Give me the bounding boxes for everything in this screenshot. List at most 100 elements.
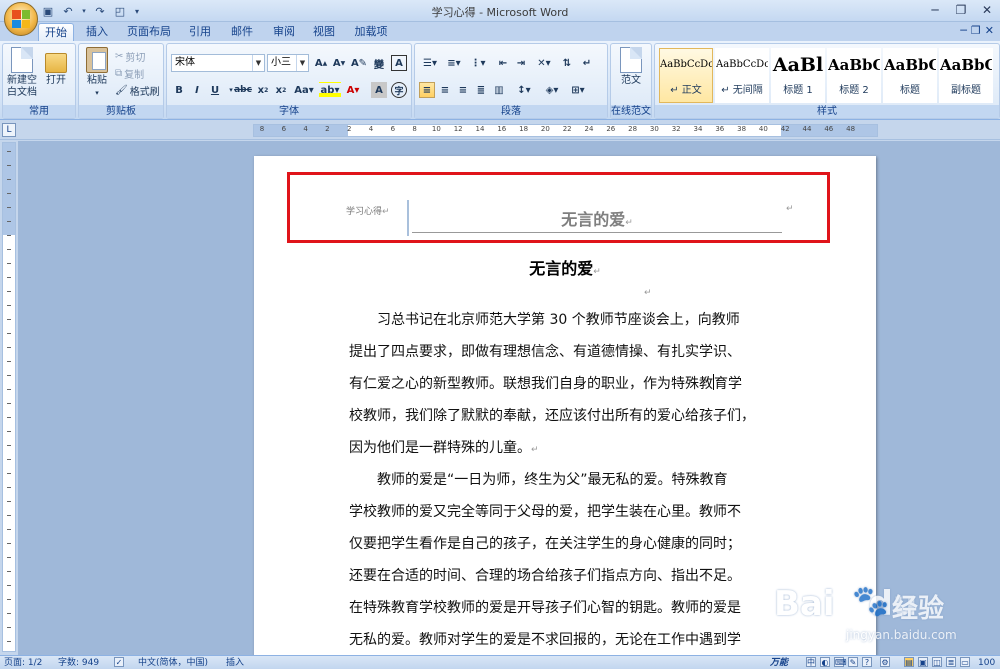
ruler-tick — [7, 151, 11, 152]
chinese-layout-icon[interactable]: ✕▾ — [533, 55, 555, 71]
tab-addins[interactable]: 加载项 — [348, 23, 394, 41]
ribbon-close-icon[interactable]: ✕ — [985, 24, 994, 37]
ruler-tick — [7, 459, 11, 460]
zoom-level[interactable]: 100 — [978, 657, 995, 669]
open-button[interactable]: 打开 — [41, 47, 71, 87]
change-case-icon[interactable]: Aa▾ — [293, 82, 315, 98]
ruler-tick — [7, 571, 11, 572]
close-icon[interactable]: ✕ — [974, 0, 1000, 20]
office-button[interactable] — [4, 2, 38, 36]
underline-icon[interactable]: U — [207, 82, 223, 98]
style-subtitle[interactable]: AaBbC 副标题 — [939, 48, 993, 103]
vertical-ruler[interactable] — [2, 142, 16, 652]
font-name-select[interactable]: 宋体 ▼ — [171, 54, 265, 72]
multilevel-list-icon[interactable]: ⋮▾ — [467, 55, 489, 71]
increase-indent-icon[interactable]: ⇥ — [513, 55, 529, 71]
format-painter-button[interactable]: 🖌 格式刷 — [115, 82, 160, 98]
tab-review[interactable]: 审阅 — [266, 23, 302, 41]
font-size-select[interactable]: 小三 ▼ — [267, 54, 309, 72]
new-document-icon — [11, 47, 33, 73]
chevron-down-icon: ▼ — [296, 55, 308, 71]
ime-tool-icon[interactable]: ⚙ — [880, 657, 890, 667]
model-button[interactable]: 范文 — [616, 47, 646, 87]
style-title[interactable]: AaBbC 标题 — [883, 48, 937, 103]
paste-button[interactable]: 粘贴 ▾ — [82, 47, 112, 99]
ime-punct-icon[interactable]: ◐ — [820, 657, 830, 667]
enclose-char-icon[interactable]: 字 — [391, 82, 407, 98]
bold-icon[interactable]: B — [171, 82, 187, 98]
insert-mode[interactable]: 插入 — [226, 657, 244, 669]
ime-indicator[interactable]: 万能 — [770, 657, 788, 669]
paste-dropdown-icon[interactable]: ▾ — [95, 87, 99, 99]
outline-view-icon[interactable]: ≣ — [946, 657, 956, 667]
superscript-icon[interactable]: x2 — [273, 82, 289, 98]
word-count[interactable]: 字数: 949 — [58, 657, 99, 669]
style-sample: AaBbC — [940, 56, 992, 74]
grow-font-icon[interactable]: A ▲ — [313, 55, 329, 71]
cut-button[interactable]: ✂ 剪切 — [115, 48, 145, 64]
language[interactable]: 中文(简体，中国) — [138, 657, 208, 669]
numbering-icon[interactable]: ≡▾ — [443, 55, 465, 71]
tab-selector-icon[interactable]: L — [2, 123, 16, 137]
proofing-icon[interactable]: ✓ — [114, 657, 124, 667]
group-label-styles: 样式 — [655, 105, 999, 118]
ruler-tick — [7, 529, 11, 530]
borders-icon[interactable]: ⊞▾ — [567, 82, 589, 98]
distributed-icon[interactable]: ▥ — [491, 82, 507, 98]
full-screen-view-icon[interactable]: ▣ — [918, 657, 928, 667]
paragraph-line: 还要在合适的时间、合理的场合给孩子们指点方向、指出不足。 — [349, 568, 741, 584]
tab-view[interactable]: 视图 — [306, 23, 342, 41]
style-heading-2[interactable]: AaBbC 标题 2 — [827, 48, 881, 103]
ruler-tick-label: 6 — [390, 125, 396, 133]
paragraph-line: 习总书记在北京师范大学第 30 个教师节座谈会上，向教师 — [377, 312, 740, 328]
tab-page-layout[interactable]: 页面布局 — [122, 23, 176, 41]
maximize-icon[interactable]: ❐ — [948, 0, 974, 20]
style-no-spacing[interactable]: AaBbCcDc ↵ 无间隔 — [715, 48, 769, 103]
tab-insert[interactable]: 插入 — [80, 23, 114, 41]
draft-view-icon[interactable]: ▭ — [960, 657, 970, 667]
highlight-icon[interactable]: ab▾ — [319, 82, 341, 98]
bullets-icon[interactable]: ☰▾ — [419, 55, 441, 71]
tab-mailings[interactable]: 邮件 — [224, 23, 260, 41]
char-border-icon[interactable]: A — [391, 55, 407, 71]
ribbon-restore-icon[interactable]: ❐ — [971, 24, 981, 37]
strikethrough-icon[interactable]: abc — [234, 82, 252, 98]
align-right-icon[interactable]: ≡ — [455, 82, 471, 98]
font-color-icon[interactable]: A▾ — [343, 82, 363, 98]
print-layout-view-icon[interactable]: ▤ — [904, 657, 914, 667]
ribbon-minimize-icon[interactable]: ─ — [960, 24, 967, 37]
minimize-icon[interactable]: ─ — [922, 0, 948, 20]
ime-mode-icon[interactable]: 中 — [806, 657, 816, 667]
web-layout-view-icon[interactable]: ◫ — [932, 657, 942, 667]
subscript-icon[interactable]: x2 — [255, 82, 271, 98]
tab-references[interactable]: 引用 — [182, 23, 218, 41]
horizontal-ruler[interactable]: 8 6 4 2 2 4 6 8 10 12 14 16 18 20 22 24 26 28 30 32 34 36 38 40… — [253, 124, 878, 137]
italic-icon[interactable]: I — [189, 82, 205, 98]
clear-format-icon[interactable]: A✎ — [351, 55, 367, 71]
ime-settings-icon[interactable]: ✎ — [848, 657, 858, 667]
decrease-indent-icon[interactable]: ⇤ — [495, 55, 511, 71]
ime-keyboard-icon[interactable]: ⌨ — [834, 657, 847, 667]
show-marks-icon[interactable]: ↵ — [579, 55, 595, 71]
copy-button[interactable]: ⧉ 复制 — [115, 65, 144, 81]
shrink-font-icon[interactable]: A ▼ — [331, 55, 347, 71]
line-spacing-icon[interactable]: ↕▾ — [513, 82, 535, 98]
sort-icon[interactable]: ⇅ — [559, 55, 575, 71]
page-count[interactable]: 页面: 1/2 — [4, 657, 42, 669]
paragraph-2: 教师的爱是“一日为师，终生为父”最无私的爱。特殊教育 学校教师的爱又完全等同于父… — [349, 464, 783, 655]
tab-home[interactable]: 开始 — [38, 23, 74, 41]
brush-icon: 🖌 — [115, 84, 128, 96]
copy-label: 复制 — [124, 69, 145, 81]
ime-help-icon[interactable]: ? — [862, 657, 872, 667]
align-left-icon[interactable]: ≡ — [419, 82, 435, 98]
style-normal[interactable]: AaBbCcDc ↵ 正文 — [659, 48, 713, 103]
ribbon-window-controls: ─ ❐ ✕ — [960, 24, 994, 37]
char-shading-icon[interactable]: A — [371, 82, 387, 98]
justify-icon[interactable]: ≣ — [473, 82, 489, 98]
phonetic-guide-icon[interactable]: 變 — [371, 55, 387, 71]
new-document-button[interactable]: 新建空 白文档 — [7, 47, 37, 99]
align-center-icon[interactable]: ≡ — [437, 82, 453, 98]
ruler-tick-label: 14 — [475, 125, 485, 133]
shading-icon[interactable]: ◈▾ — [541, 82, 563, 98]
style-heading-1[interactable]: AaBl 标题 1 — [771, 48, 825, 103]
